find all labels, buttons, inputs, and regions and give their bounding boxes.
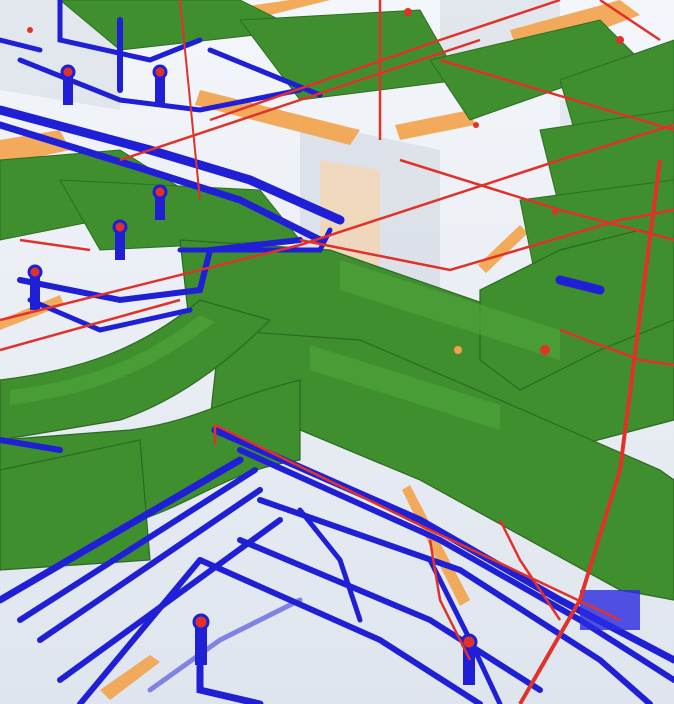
bim-viewport[interactable]	[0, 0, 674, 704]
model-canvas	[0, 0, 674, 704]
